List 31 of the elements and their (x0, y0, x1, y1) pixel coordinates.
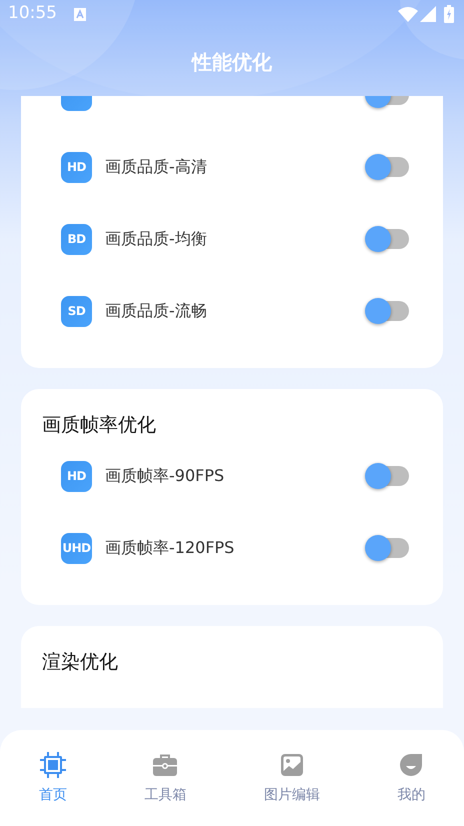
nav-tab[interactable]: 我的 (397, 750, 426, 806)
profile-icon (400, 754, 422, 776)
notification-icon (74, 8, 86, 20)
toggle-switch[interactable] (365, 297, 409, 325)
wifi-icon (398, 6, 418, 22)
quality-icon: SD (61, 296, 92, 326)
quality-icon: BD (61, 224, 92, 254)
setting-label: 画质品质-高清 (105, 156, 208, 178)
toggle-switch[interactable] (365, 534, 409, 562)
page-title: 性能优化 (192, 49, 272, 76)
setting-label: 画质帧率-120FPS (105, 537, 236, 559)
section-title: 画质帧率优化 (41, 413, 157, 438)
quality-icon: HD (61, 152, 92, 182)
setting-label: 画质品质-流畅 (105, 300, 208, 322)
chip-icon (40, 752, 66, 778)
signal-icon (420, 6, 436, 22)
quality-icon: UHD (61, 532, 92, 564)
nav-tab[interactable]: 图片编辑 (264, 750, 320, 806)
nav-tab[interactable]: 首页 (38, 750, 67, 806)
setting-label: 画质品质-均衡 (105, 228, 208, 250)
section-title: 渲染优化 (41, 650, 119, 675)
toolbox-icon (153, 754, 178, 776)
battery-icon (444, 5, 454, 23)
setting-label: 画质帧率-90FPS (105, 465, 226, 487)
image-icon (280, 754, 303, 776)
toggle-switch[interactable] (365, 225, 409, 253)
toggle-switch[interactable] (365, 153, 409, 181)
toggle-switch[interactable] (365, 462, 409, 490)
nav-tab[interactable]: 工具箱 (144, 750, 186, 806)
clock-time: 10:55 (8, 2, 57, 26)
quality-icon: HD (61, 460, 92, 492)
